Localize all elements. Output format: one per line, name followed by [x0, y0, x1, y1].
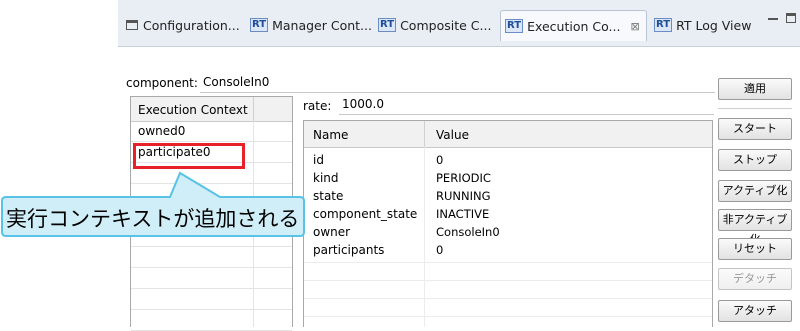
property-value: PERIODIC — [436, 171, 491, 185]
table-row[interactable]: participants 0 — [304, 242, 712, 260]
property-name: participants — [313, 243, 385, 257]
minimize-icon[interactable] — [768, 18, 778, 20]
tab-label: RT Log View — [676, 17, 752, 33]
rate-field[interactable] — [339, 94, 714, 115]
property-name: component_state — [313, 207, 418, 221]
tab-manager-control[interactable]: RT Manager Cont... — [250, 12, 372, 38]
apply-button[interactable]: 適用 — [718, 78, 792, 100]
rt-icon: RT — [505, 19, 524, 33]
maximize-icon[interactable] — [786, 13, 796, 23]
detach-button: デタッチ — [718, 268, 792, 290]
ec-empty-row — [131, 289, 292, 310]
ec-list-item[interactable]: owned0 — [131, 121, 292, 142]
ec-empty-row — [131, 247, 292, 268]
deactivate-button[interactable]: 非アクティブ化 — [718, 209, 792, 246]
properties-table: Name Value id 0 kind PERIODIC state RUNN… — [303, 120, 713, 327]
highlight-box — [133, 143, 245, 169]
rate-label: rate: — [303, 99, 332, 113]
tab-configuration[interactable]: Configuration... — [126, 12, 240, 38]
table-row[interactable]: id 0 — [304, 152, 712, 170]
ec-header-label: Execution Context — [138, 103, 248, 117]
value-column-header: Value — [436, 128, 469, 142]
close-icon[interactable]: ⊠ — [630, 20, 639, 33]
stop-button[interactable]: ストップ — [718, 149, 792, 171]
editor-tab-bar: Configuration... RT Manager Cont... RT C… — [118, 0, 800, 47]
callout-text: 実行コンテキストが追加される — [6, 207, 300, 231]
ec-empty-row — [131, 310, 292, 331]
property-value: 0 — [436, 153, 444, 167]
table-row[interactable]: owner ConsoleIn0 — [304, 224, 712, 242]
properties-table-header: Name Value — [304, 121, 712, 148]
ec-item-label: owned0 — [138, 124, 186, 138]
tab-label: Manager Cont... — [272, 17, 372, 33]
tab-label: Composite C... — [400, 17, 492, 33]
rt-icon: RT — [654, 18, 673, 32]
attach-button[interactable]: アタッチ — [718, 300, 792, 322]
property-value: RUNNING — [436, 189, 491, 203]
tab-label: Execution Co... — [527, 18, 621, 34]
tab-label: Configuration... — [143, 17, 240, 33]
table-row[interactable]: component_state INACTIVE — [304, 206, 712, 224]
table-row[interactable]: state RUNNING — [304, 188, 712, 206]
rt-icon: RT — [378, 18, 397, 32]
component-label: component: — [126, 76, 198, 90]
component-field[interactable] — [200, 72, 715, 93]
property-value: ConsoleIn0 — [436, 225, 500, 239]
table-row[interactable]: kind PERIODIC — [304, 170, 712, 188]
tab-execution-context[interactable]: RT Execution Co... ⊠ — [500, 10, 647, 41]
ec-table-header: Execution Context — [131, 97, 292, 122]
rt-icon: RT — [250, 18, 269, 32]
ec-empty-row — [131, 268, 292, 289]
property-value: 0 — [436, 243, 444, 257]
name-column-header: Name — [313, 128, 349, 142]
reset-button[interactable]: リセット — [718, 238, 792, 260]
tab-composite-component[interactable]: RT Composite C... — [378, 12, 491, 38]
tab-rt-log-view[interactable]: RT RT Log View — [654, 12, 751, 38]
activate-button[interactable]: アクティブ化 — [718, 180, 792, 202]
property-name: id — [313, 153, 324, 167]
window-icon — [126, 20, 138, 30]
start-button[interactable]: スタート — [718, 118, 792, 140]
property-value: INACTIVE — [436, 207, 490, 221]
